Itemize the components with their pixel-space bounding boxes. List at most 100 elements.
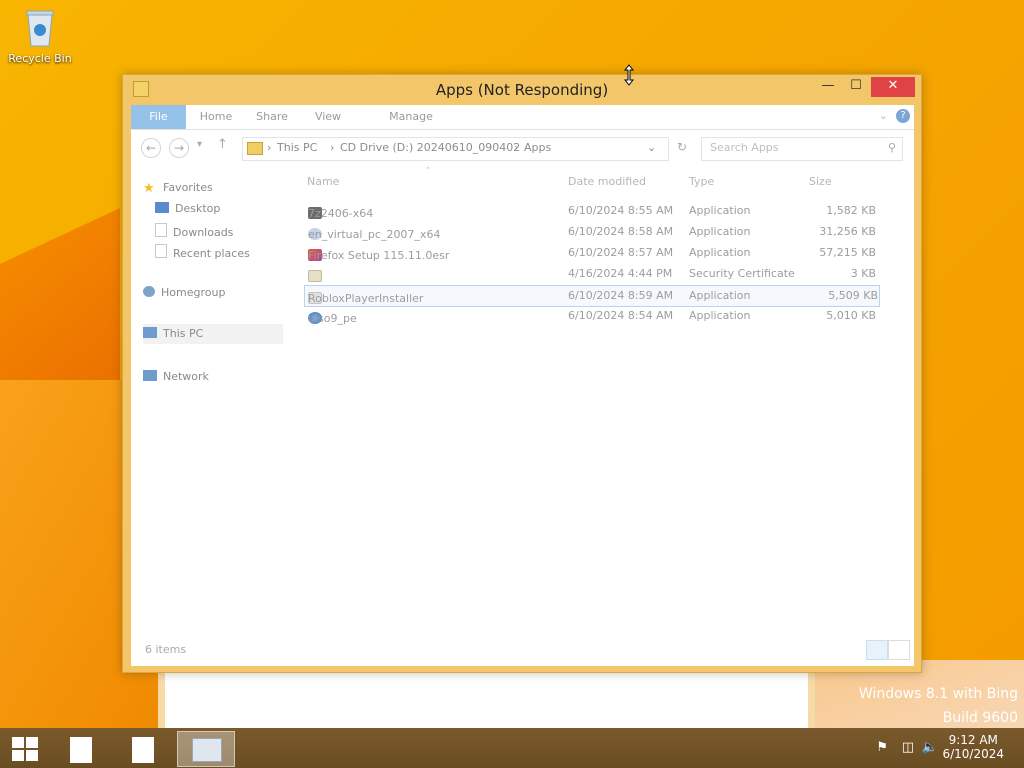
taskbar-app-document[interactable] — [55, 731, 105, 765]
column-header-date[interactable]: Date modified — [568, 175, 646, 188]
window-title: Apps (Not Responding) — [435, 81, 609, 99]
tab-view[interactable]: View — [305, 105, 351, 129]
flag-icon[interactable]: ⚑ — [876, 740, 888, 755]
file-row-selected[interactable]: RobloxPlayerInstaller 6/10/2024 8:59 AM … — [304, 285, 880, 307]
document-icon — [70, 737, 92, 763]
file-type: Application — [689, 225, 751, 238]
refresh-icon[interactable]: ↻ — [677, 140, 687, 154]
file-size: 1,582 KB — [826, 204, 876, 217]
breadcrumb-cd-drive[interactable]: CD Drive (D:) 20240610_090402 — [340, 138, 520, 158]
file-list: ˄ Name Date modified Type Size 7z2406-x6… — [301, 167, 901, 627]
nav-recent-places[interactable]: Recent places — [155, 244, 250, 260]
clock[interactable]: 9:12 AM 6/10/2024 — [942, 733, 1004, 761]
clock-date: 6/10/2024 — [942, 747, 1004, 761]
nav-this-pc[interactable]: This PC — [143, 324, 283, 344]
file-type: Security Certificate — [689, 267, 795, 280]
close-button[interactable]: ✕ — [871, 77, 915, 97]
nav-favorites[interactable]: ★ Favorites — [143, 181, 213, 196]
address-bar[interactable]: › This PC › CD Drive (D:) 20240610_09040… — [242, 137, 669, 161]
file-date: 6/10/2024 8:58 AM — [568, 225, 674, 238]
maximize-button[interactable]: ☐ — [843, 77, 869, 97]
title-bar[interactable]: Apps (Not Responding) — ☐ ✕ — [123, 75, 921, 105]
status-item-count: 6 items — [145, 643, 187, 656]
nav-network[interactable]: Network — [143, 370, 209, 383]
explorer-icon — [192, 738, 222, 762]
column-header-name[interactable]: Name — [307, 175, 339, 188]
file-row[interactable]: 4/16/2024 4:44 PM Security Certificate 3… — [304, 264, 878, 284]
folder-icon — [247, 138, 263, 162]
taskbar-app-file-explorer[interactable] — [177, 731, 235, 767]
file-size: 5,509 KB — [828, 289, 878, 302]
nav-downloads[interactable]: Downloads — [155, 223, 233, 239]
start-button[interactable] — [12, 737, 38, 761]
tab-home[interactable]: Home — [193, 105, 239, 129]
resize-cursor-icon — [623, 64, 635, 86]
minimize-button[interactable]: — — [815, 77, 841, 97]
tab-file[interactable]: File — [131, 105, 186, 129]
windows-logo-icon — [12, 737, 38, 761]
file-type: Application — [689, 204, 751, 217]
document-icon — [132, 737, 154, 763]
certificate-icon — [308, 270, 322, 282]
file-size: 57,215 KB — [819, 246, 876, 259]
file-date: 4/16/2024 4:44 PM — [568, 267, 673, 280]
address-dropdown-chevron-icon[interactable]: ⌄ — [647, 138, 656, 158]
back-button[interactable]: ← — [141, 138, 161, 158]
column-header-type[interactable]: Type — [689, 175, 714, 188]
network-icon — [143, 370, 157, 381]
background-window — [165, 668, 808, 730]
recycle-bin-shortcut[interactable]: Recycle Bin — [6, 6, 74, 65]
network-status-icon[interactable]: ◫ — [902, 740, 914, 755]
desktop-icon — [155, 202, 169, 213]
file-name: 7z2406-x64 — [308, 207, 374, 220]
downloads-icon — [155, 223, 167, 237]
file-row[interactable]: Firefox Setup 115.11.0esr 6/10/2024 8:57… — [304, 243, 878, 263]
column-header-size[interactable]: Size — [809, 175, 832, 188]
file-type: Application — [689, 289, 751, 302]
file-row[interactable]: 7z2406-x64 6/10/2024 8:55 AM Application… — [304, 201, 878, 221]
large-icons-view-icon[interactable] — [888, 640, 910, 660]
file-size: 3 KB — [850, 267, 876, 280]
watermark-line-1: Windows 8.1 with Bing — [858, 686, 1018, 702]
taskbar: ⚑ ◫ 🔈 9:12 AM 6/10/2024 — [0, 728, 1024, 768]
recent-places-icon — [155, 244, 167, 258]
explorer-window[interactable]: Apps (Not Responding) — ☐ ✕ File Home Sh… — [122, 74, 922, 673]
tab-share[interactable]: Share — [249, 105, 295, 129]
chevron-down-icon[interactable]: ⌄ — [879, 109, 888, 122]
sort-arrow-icon: ˄ — [426, 167, 431, 177]
file-size: 31,256 KB — [819, 225, 876, 238]
navigation-pane: ★ Favorites Desktop Downloads Recent plac… — [131, 167, 289, 627]
file-date: 6/10/2024 8:55 AM — [568, 204, 674, 217]
details-view-icon[interactable] — [866, 640, 888, 660]
computer-icon — [143, 327, 157, 338]
breadcrumb-this-pc[interactable]: This PC — [277, 138, 317, 158]
breadcrumb-apps[interactable]: Apps — [524, 138, 551, 158]
clock-time: 9:12 AM — [948, 733, 998, 747]
recent-locations-chevron-icon[interactable]: ▾ — [197, 139, 202, 150]
file-size: 5,010 KB — [826, 309, 876, 322]
forward-button[interactable]: → — [169, 138, 189, 158]
star-icon: ★ — [143, 181, 155, 196]
ribbon: File Home Share View Manage ⌄ ? — [131, 105, 914, 130]
file-row[interactable]: en_virtual_pc_2007_x64 6/10/2024 8:58 AM… — [304, 222, 878, 242]
tab-manage[interactable]: Manage — [383, 105, 439, 129]
file-row[interactable]: uiso9_pe 6/10/2024 8:54 AM Application 5… — [304, 306, 878, 326]
file-date: 6/10/2024 8:59 AM — [568, 289, 674, 302]
nav-desktop[interactable]: Desktop — [155, 202, 220, 215]
recycle-bin-label: Recycle Bin — [8, 52, 72, 65]
homegroup-icon — [143, 286, 155, 297]
window-content: File Home Share View Manage ⌄ ? ← → ▾ ↑ … — [131, 105, 914, 666]
search-icon: ⚲ — [887, 141, 896, 154]
nav-homegroup[interactable]: Homegroup — [143, 286, 225, 299]
watermark-line-2: Build 9600 — [942, 710, 1018, 726]
file-name: RobloxPlayerInstaller — [308, 292, 424, 305]
search-input[interactable]: Search Apps ⚲ — [701, 137, 903, 161]
volume-icon[interactable]: 🔈 — [922, 740, 938, 755]
taskbar-app-document[interactable] — [117, 731, 167, 765]
address-row: ← → ▾ ↑ › This PC › CD Drive (D:) 202406… — [139, 137, 906, 161]
recycle-bin-icon — [24, 6, 56, 48]
up-arrow-icon[interactable]: ↑ — [217, 137, 228, 152]
file-date: 6/10/2024 8:57 AM — [568, 246, 674, 259]
file-type: Application — [689, 246, 751, 259]
help-icon[interactable]: ? — [896, 109, 910, 123]
